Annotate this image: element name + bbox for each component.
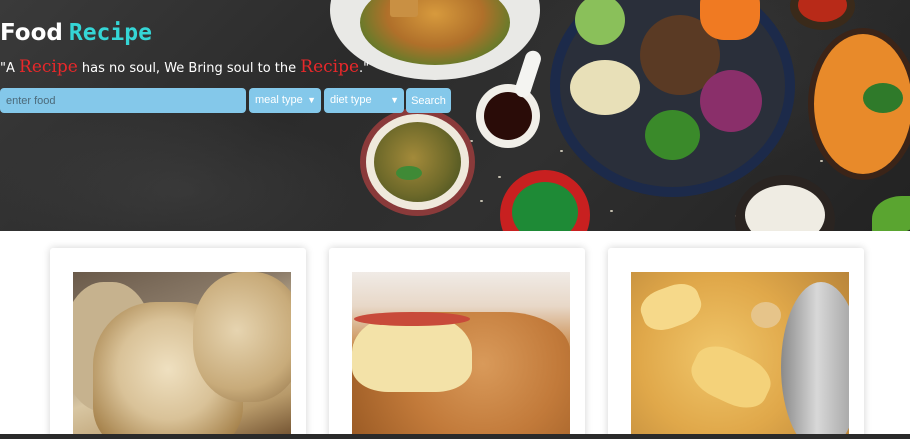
search-button[interactable]: Search [406,88,451,113]
recipe-card[interactable] [329,248,585,439]
sauce-cup-image [476,84,540,148]
site-title: Food Recipe [0,18,152,47]
site-title-word-food: Food [0,20,63,46]
rice-ball-photo[interactable] [73,272,291,439]
recipe-card[interactable] [608,248,864,439]
diet-type-label: diet type [330,94,372,106]
tagline-part-2: has no soul, We Bring soul to the [77,61,301,76]
chevron-down-icon: ▼ [307,95,316,105]
tagline-highlight-1: Recipe [19,57,78,77]
leaf-image [872,196,910,231]
tagline-part-3: ." [359,61,370,76]
curry-bowl-image [808,28,910,180]
apple-fritter-photo[interactable] [352,272,570,439]
tagline-highlight-2: Recipe [300,57,360,77]
diet-type-select[interactable]: diet type ▼ [324,88,404,113]
hero-banner: Food Recipe "A Recipe has no soul, We Bri… [0,0,910,231]
tagline-part-1: "A [0,61,20,76]
seaweed-bowl-image [500,170,590,231]
soup-bowl-image [360,108,475,216]
site-title-word-recipe: Recipe [68,20,152,46]
search-input[interactable] [0,88,246,113]
rice-bowl-image [735,175,835,231]
bibimbap-bowl-image [550,0,795,197]
chili-sauce-image [790,0,855,30]
chevron-down-icon: ▼ [390,95,399,105]
sauce-spoon-image [512,48,544,100]
recipe-card[interactable] [50,248,306,439]
meal-type-select[interactable]: meal type ▼ [249,88,321,113]
bottom-edge [0,434,910,439]
pasta-chickpea-photo[interactable] [631,272,849,439]
meal-type-label: meal type [255,94,303,106]
tagline: "A Recipe has no soul, We Bring soul to … [0,57,369,77]
